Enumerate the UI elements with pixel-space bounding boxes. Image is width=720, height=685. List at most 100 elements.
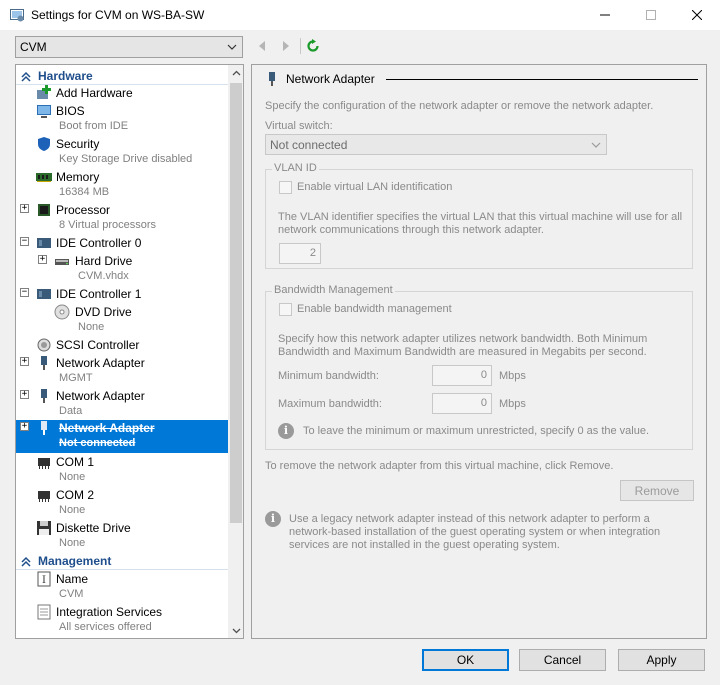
remove-instructions: To remove the network adapter from this … — [265, 460, 614, 472]
tree-item-label: COM 2 — [56, 488, 95, 502]
section-label: Management — [38, 554, 112, 568]
section-hardware[interactable]: Hardware — [16, 68, 228, 85]
add-hardware-icon — [37, 85, 51, 99]
tree-item-label: Name — [56, 572, 89, 586]
minimize-button[interactable] — [582, 0, 628, 30]
expand-icon[interactable]: + — [20, 204, 29, 213]
tree-item-diskette-drive[interactable]: Diskette Drive None — [16, 520, 228, 553]
network-adapter-icon — [41, 389, 47, 403]
settings-tree[interactable]: Hardware Add Hardware BIOS Boot from IDE… — [15, 64, 244, 639]
vlan-group-label: VLAN ID — [272, 162, 319, 174]
expand-icon[interactable]: + — [20, 357, 29, 366]
legacy-line-2: network-based installation of the guest … — [289, 526, 661, 538]
tree-item-label: IDE Controller 0 — [56, 236, 142, 250]
tree-item-label: DVD Drive — [75, 305, 132, 319]
vlan-checkbox[interactable] — [279, 181, 292, 194]
tree-item-label: Hard Drive — [75, 254, 133, 268]
max-bandwidth-input[interactable]: 0 — [432, 393, 492, 414]
hard-drive-icon — [55, 259, 69, 265]
tree-item-network-adapter-data[interactable]: + Network Adapter Data — [16, 388, 228, 421]
forward-arrow-icon[interactable] — [278, 39, 292, 53]
scrollbar-thumb[interactable] — [230, 83, 242, 523]
bandwidth-info-text: To leave the minimum or maximum unrestri… — [303, 425, 650, 437]
collapse-icon[interactable]: − — [20, 288, 29, 297]
memory-icon — [36, 173, 52, 182]
close-button[interactable] — [674, 0, 720, 30]
max-bandwidth-label: Maximum bandwidth: — [278, 398, 382, 410]
chevron-down-icon — [591, 142, 601, 148]
tree-item-com-2[interactable]: COM 2 None — [16, 487, 228, 520]
tree-item-memory[interactable]: Memory 16384 MB — [16, 169, 228, 202]
bandwidth-checkbox[interactable] — [279, 303, 292, 316]
collapse-chevron-icon — [21, 556, 31, 567]
maximize-icon — [646, 10, 656, 20]
tree-item-detail: None — [59, 504, 86, 516]
tree-item-detail: MGMT — [59, 372, 93, 384]
bandwidth-help-line-1: Specify how this network adapter utilize… — [278, 333, 648, 345]
info-icon: i — [278, 423, 294, 439]
monitor-icon — [37, 105, 51, 118]
vlan-checkbox-label: Enable virtual LAN identification — [297, 181, 453, 193]
com-port-icon — [38, 458, 50, 469]
bandwidth-checkbox-label: Enable bandwidth management — [297, 303, 452, 315]
vm-selector-dropdown[interactable]: CVM — [15, 36, 243, 58]
tree-item-hard-drive[interactable]: + Hard Drive CVM.vhdx — [16, 253, 228, 286]
tree-item-detail: 8 Virtual processors — [59, 219, 157, 231]
tree-item-dvd-drive[interactable]: DVD Drive None — [16, 304, 228, 337]
tree-item-detail: None — [59, 471, 86, 483]
section-management[interactable]: Management — [16, 553, 228, 570]
vlan-id-input[interactable]: 2 — [279, 243, 321, 264]
shield-icon — [38, 137, 50, 151]
tree-item-label: COM 1 — [56, 455, 95, 469]
expand-icon[interactable]: + — [20, 390, 29, 399]
scroll-up-button[interactable] — [228, 65, 243, 81]
chevron-down-icon — [227, 44, 237, 50]
tree-item-bios[interactable]: BIOS Boot from IDE — [16, 103, 228, 136]
collapse-chevron-icon — [21, 71, 31, 82]
tree-item-label: Network Adapter — [56, 356, 145, 370]
chevron-up-icon — [232, 70, 240, 75]
tree-item-com-1[interactable]: COM 1 None — [16, 454, 228, 487]
tree-item-network-adapter-mgmt[interactable]: + Network Adapter MGMT — [16, 355, 228, 388]
vm-selector-value: CVM — [20, 40, 47, 54]
tree-item-label: Security — [56, 137, 100, 151]
tree-item-security[interactable]: Security Key Storage Drive disabled — [16, 136, 228, 169]
ok-button[interactable]: OK — [422, 649, 509, 671]
scsi-controller-icon — [37, 338, 51, 352]
legacy-line-3: services are not installed in the guest … — [289, 539, 560, 551]
tree-item-network-adapter-selected[interactable]: + Network Adapter Not connected — [16, 420, 228, 453]
header-rule — [386, 79, 698, 80]
maximize-button[interactable] — [628, 0, 674, 30]
remove-button[interactable]: Remove — [620, 480, 694, 501]
tree-scrollbar[interactable] — [228, 65, 243, 638]
tree-item-detail: Not connected — [59, 437, 136, 449]
min-bandwidth-unit: Mbps — [499, 370, 526, 382]
settings-panel: Network Adapter Specify the configuratio… — [251, 64, 707, 639]
toolbar-separator — [300, 38, 301, 54]
window-title: Settings for CVM on WS-BA-SW — [31, 8, 205, 22]
tree-item-label: SCSI Controller — [56, 338, 140, 352]
refresh-icon[interactable] — [306, 39, 320, 53]
svg-text:I: I — [42, 575, 46, 586]
tree-item-integration-services[interactable]: Integration Services All services offere… — [16, 604, 228, 637]
apply-button[interactable]: Apply — [618, 649, 705, 671]
tree-item-label: Network Adapter — [59, 421, 155, 435]
scroll-down-button[interactable] — [228, 622, 243, 638]
back-arrow-icon[interactable] — [256, 39, 270, 53]
network-adapter-icon — [41, 356, 47, 370]
tree-item-detail: None — [59, 537, 86, 549]
cancel-button[interactable]: Cancel — [519, 649, 606, 671]
min-bandwidth-input[interactable]: 0 — [432, 365, 492, 386]
tree-item-name[interactable]: I Name CVM — [16, 571, 228, 604]
name-icon: I — [37, 571, 51, 587]
close-icon — [692, 10, 702, 20]
tree-item-detail: Key Storage Drive disabled — [59, 153, 193, 165]
tree-item-processor[interactable]: + Processor 8 Virtual processors — [16, 202, 228, 235]
expand-icon[interactable]: + — [38, 255, 47, 264]
collapse-icon[interactable]: − — [20, 237, 29, 246]
tree-item-label: Diskette Drive — [56, 521, 131, 535]
virtual-switch-dropdown[interactable]: Not connected — [265, 134, 607, 155]
expand-icon[interactable]: + — [20, 422, 29, 431]
tree-item-detail: 16384 MB — [59, 186, 110, 198]
minimize-icon — [600, 14, 610, 16]
